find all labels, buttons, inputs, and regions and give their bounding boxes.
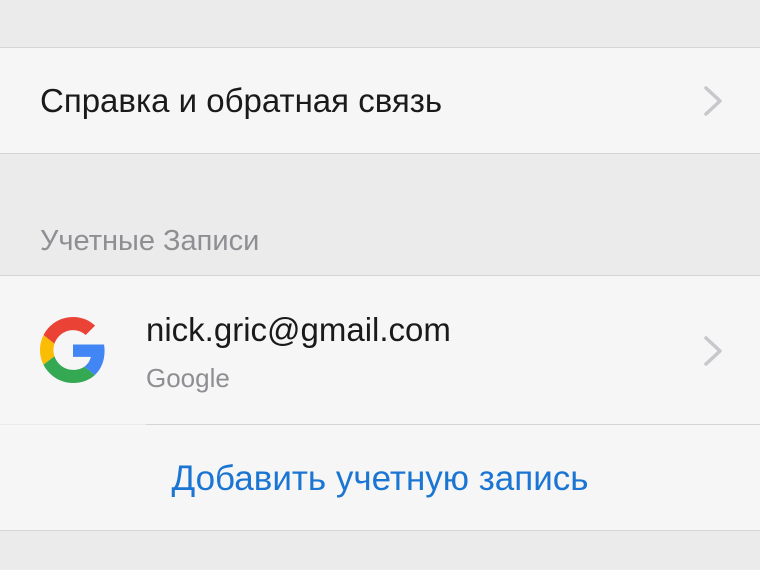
add-account-button[interactable]: Добавить учетную запись xyxy=(0,455,760,503)
chevron-right-icon xyxy=(704,86,722,116)
google-logo-icon xyxy=(40,317,105,383)
accounts-bottom-divider xyxy=(0,530,760,531)
chevron-right-icon xyxy=(704,336,722,366)
help-row-bottom-divider xyxy=(0,153,760,154)
account-provider: Google xyxy=(146,363,230,393)
accounts-section-header: Учетные Записи xyxy=(40,225,260,257)
account-email: nick.gric@gmail.com xyxy=(146,311,451,348)
help-feedback-label: Справка и обратная связь xyxy=(40,82,443,119)
